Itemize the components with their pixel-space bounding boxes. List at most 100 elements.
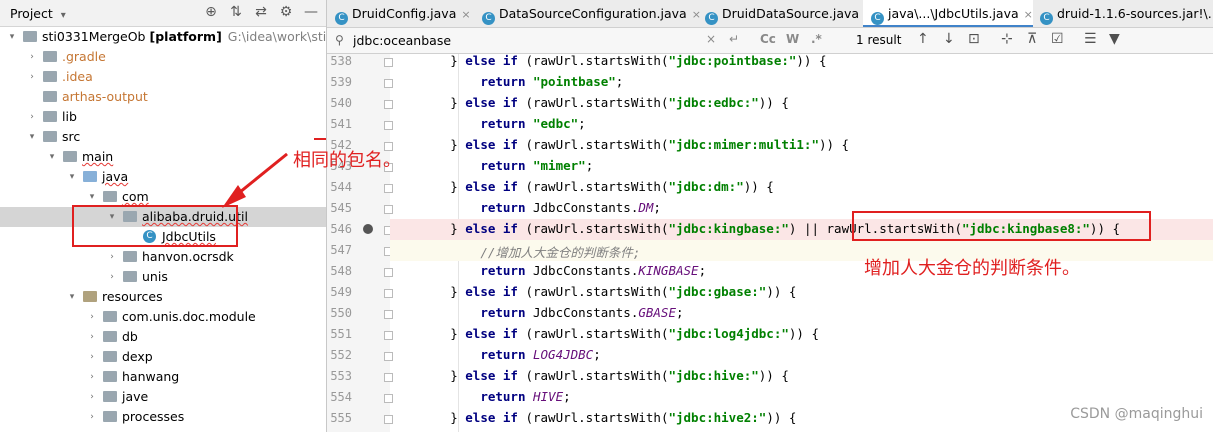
- tree-item[interactable]: › hanvon.ocrsdk: [0, 247, 327, 267]
- tree-item[interactable]: › hanwang: [0, 367, 327, 387]
- tree-item[interactable]: arthas-output: [0, 87, 327, 107]
- tree-item[interactable]: ▾ com: [0, 187, 327, 207]
- breakpoint-icon[interactable]: [363, 224, 373, 234]
- add-occurrence-icon[interactable]: ⊹: [1001, 31, 1013, 47]
- code-line[interactable]: } else if (rawUrl.startsWith("jdbc:gbase…: [390, 284, 796, 299]
- chevron-down-icon[interactable]: ▾: [46, 147, 58, 167]
- chevron-down-icon[interactable]: ▾: [86, 187, 98, 207]
- chevron-right-icon[interactable]: ›: [106, 247, 118, 267]
- editor-gutter[interactable]: 538 539 540 541 542 543 544 545 546 547 548 549 550 5…: [327, 54, 393, 432]
- tree-item[interactable]: › dexp: [0, 347, 327, 367]
- code-line[interactable]: } else if (rawUrl.startsWith("jdbc:hive2…: [390, 410, 796, 425]
- chevron-right-icon[interactable]: ›: [86, 387, 98, 407]
- tree-item[interactable]: ▾ resources: [0, 287, 327, 307]
- filter-icon[interactable]: ▼: [1109, 31, 1120, 47]
- editor-tab[interactable]: Cjava\...\JdbcUtils.java ×: [863, 0, 1033, 27]
- chevron-down-icon[interactable]: ▾: [6, 27, 18, 47]
- code-line[interactable]: return "mimer";: [390, 158, 593, 173]
- next-occurrence-icon[interactable]: ↓: [943, 31, 955, 47]
- tree-item[interactable]: ▾ sti0331MergeOb [platform] G:\idea\work\st…: [0, 27, 327, 47]
- chevron-down-icon: ▾: [60, 10, 66, 21]
- code-editor[interactable]: } else if (rawUrl.startsWith("jdbc:point…: [390, 54, 1213, 432]
- code-line[interactable]: } else if (rawUrl.startsWith("jdbc:hive:…: [390, 368, 789, 383]
- chevron-down-icon[interactable]: ▾: [66, 167, 78, 187]
- chevron-right-icon[interactable]: ›: [86, 347, 98, 367]
- java-class-icon: C: [482, 12, 495, 25]
- whole-word-icon[interactable]: W: [786, 32, 799, 46]
- tree-item-label: lib: [62, 107, 77, 127]
- regex-icon[interactable]: .*: [811, 32, 822, 46]
- close-icon[interactable]: ×: [461, 8, 470, 21]
- code-token: "jdbc:hive:": [668, 368, 759, 383]
- tab-label: druid-1.1.6-sources.jar!\...: [1057, 6, 1213, 21]
- expand-all-icon[interactable]: ⇅: [228, 4, 244, 20]
- code-token: )) {: [758, 95, 789, 110]
- tree-item[interactable]: › unis: [0, 267, 327, 287]
- code-line[interactable]: } else if (rawUrl.startsWith("jdbc:point…: [390, 54, 826, 68]
- editor-tab[interactable]: C DruidConfig.java ×: [327, 0, 471, 27]
- code-line[interactable]: return JdbcConstants.GBASE;: [390, 305, 683, 320]
- tab-label: java\...\JdbcUtils.java: [888, 6, 1019, 21]
- tree-item[interactable]: › db: [0, 327, 327, 347]
- chevron-right-icon[interactable]: ›: [106, 267, 118, 287]
- code-token: (rawUrl.startsWith(: [517, 54, 669, 68]
- code-line[interactable]: return HIVE;: [390, 389, 570, 404]
- code-token: }: [390, 179, 466, 194]
- chevron-right-icon[interactable]: ›: [26, 47, 38, 67]
- code-line[interactable]: return "pointbase";: [390, 74, 623, 89]
- chevron-right-icon[interactable]: ›: [86, 307, 98, 327]
- code-token: return: [480, 263, 526, 278]
- clear-icon[interactable]: ×: [706, 32, 716, 46]
- chevron-right-icon[interactable]: ›: [86, 327, 98, 347]
- locate-icon[interactable]: ⊕: [203, 4, 219, 20]
- select-all-icon[interactable]: ⊡: [968, 31, 980, 47]
- chevron-down-icon[interactable]: ▾: [66, 287, 78, 307]
- code-line[interactable]: return JdbcConstants.KINGBASE;: [390, 263, 706, 278]
- editor-tab[interactable]: Cdruid-1.1.6-sources.jar!\...: [1032, 0, 1213, 27]
- prev-occurrence-icon[interactable]: ↑: [917, 31, 929, 47]
- chevron-right-icon[interactable]: ›: [86, 407, 98, 427]
- tree-item[interactable]: ▾ java: [0, 167, 327, 187]
- filter-options-icon[interactable]: ☰: [1084, 31, 1097, 47]
- code-token: else if: [465, 410, 518, 425]
- code-line[interactable]: //增加人大金仓的判断条件;: [390, 242, 640, 261]
- code-line[interactable]: return LOG4JDBC;: [390, 347, 600, 362]
- code-line[interactable]: return JdbcConstants.DM;: [390, 200, 661, 215]
- tree-item[interactable]: › jave: [0, 387, 327, 407]
- newline-icon[interactable]: ↵: [729, 32, 739, 46]
- gear-icon[interactable]: ⚙: [278, 4, 294, 20]
- remove-occurrence-icon[interactable]: ⊼: [1027, 31, 1037, 47]
- tree-item[interactable]: ▾ main: [0, 147, 327, 167]
- tree-item[interactable]: › .gradle: [0, 47, 327, 67]
- tree-item[interactable]: › com.unis.doc.module: [0, 307, 327, 327]
- java-class-icon: C: [871, 12, 884, 25]
- tree-item[interactable]: › .idea: [0, 67, 327, 87]
- code-token: else if: [465, 54, 518, 68]
- chevron-right-icon[interactable]: ›: [26, 67, 38, 87]
- watermark: CSDN @maqinghui: [1070, 406, 1203, 422]
- editor-tab[interactable]: C DataSourceConfiguration.java ×: [474, 0, 701, 27]
- search-input[interactable]: [353, 31, 703, 49]
- chevron-right-icon[interactable]: ›: [26, 107, 38, 127]
- code-token: (rawUrl.startsWith(: [517, 368, 669, 383]
- minimize-icon[interactable]: —: [303, 4, 319, 20]
- tree-item[interactable]: › lib: [0, 107, 327, 127]
- collapse-all-icon[interactable]: ⇄: [253, 4, 269, 20]
- editor-tab[interactable]: CDruidDataSource.java×: [697, 0, 873, 27]
- code-line[interactable]: return "edbc";: [390, 116, 585, 131]
- code-line[interactable]: } else if (rawUrl.startsWith("jdbc:dm:")…: [390, 179, 774, 194]
- project-panel-title[interactable]: Project ▾: [10, 6, 66, 21]
- code-line[interactable]: } else if (rawUrl.startsWith("jdbc:edbc:…: [390, 95, 789, 110]
- chevron-right-icon[interactable]: ›: [86, 367, 98, 387]
- code-line[interactable]: } else if (rawUrl.startsWith("jdbc:mimer…: [390, 137, 849, 152]
- code-token: JdbcConstants.: [525, 305, 639, 320]
- code-line[interactable]: } else if (rawUrl.startsWith("jdbc:log4j…: [390, 326, 819, 341]
- match-case-icon[interactable]: Cc: [760, 32, 776, 46]
- chevron-down-icon[interactable]: ▾: [26, 127, 38, 147]
- tree-item-label: main: [82, 147, 113, 167]
- select-occurrences-icon[interactable]: ☑: [1051, 31, 1064, 47]
- tree-item[interactable]: ▾ src: [0, 127, 327, 147]
- tree-item[interactable]: › processes: [0, 407, 327, 427]
- tree-item-label: com: [122, 187, 149, 207]
